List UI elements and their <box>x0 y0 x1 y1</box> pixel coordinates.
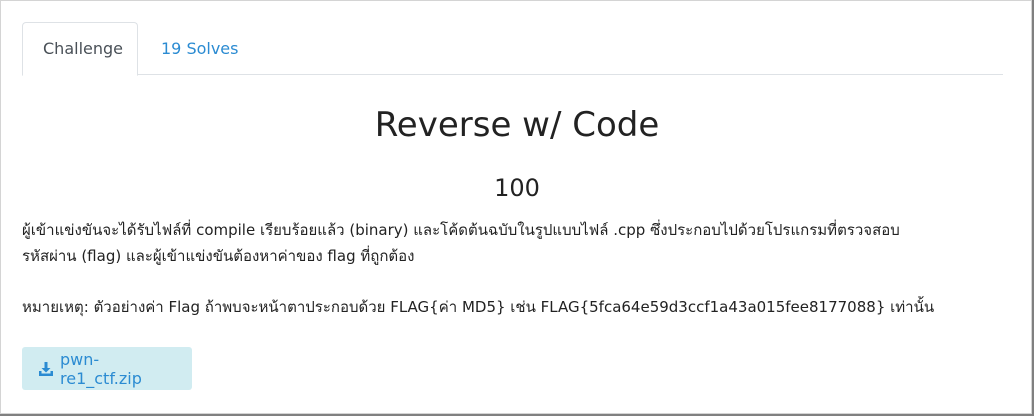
tab-solves[interactable]: 19 Solves <box>140 22 259 76</box>
download-file-name: pwn-re1_ctf.zip <box>60 349 142 388</box>
challenge-description-line-1: ผู้เข้าแข่งขันจะได้รับไฟล์ที่ compile เร… <box>22 221 900 239</box>
challenge-note: หมายเหตุ: ตัวอย่างค่า Flag ถ้าพบจะหน้าตา… <box>22 298 935 316</box>
download-icon <box>38 361 54 377</box>
challenge-value: 100 <box>494 174 540 202</box>
tab-challenge[interactable]: Challenge <box>22 22 138 76</box>
download-file-button[interactable]: pwn-re1_ctf.zip <box>22 347 192 390</box>
challenge-tabs: Challenge 19 Solves <box>22 22 1003 76</box>
challenge-title: Reverse w/ Code <box>374 105 660 145</box>
challenge-modal: Challenge 19 Solves Reverse w/ Code 100 … <box>0 0 1032 414</box>
challenge-description-line-2: รหัสผ่าน (flag) และผู้เข้าแข่งขันต้องหาค… <box>22 247 415 265</box>
